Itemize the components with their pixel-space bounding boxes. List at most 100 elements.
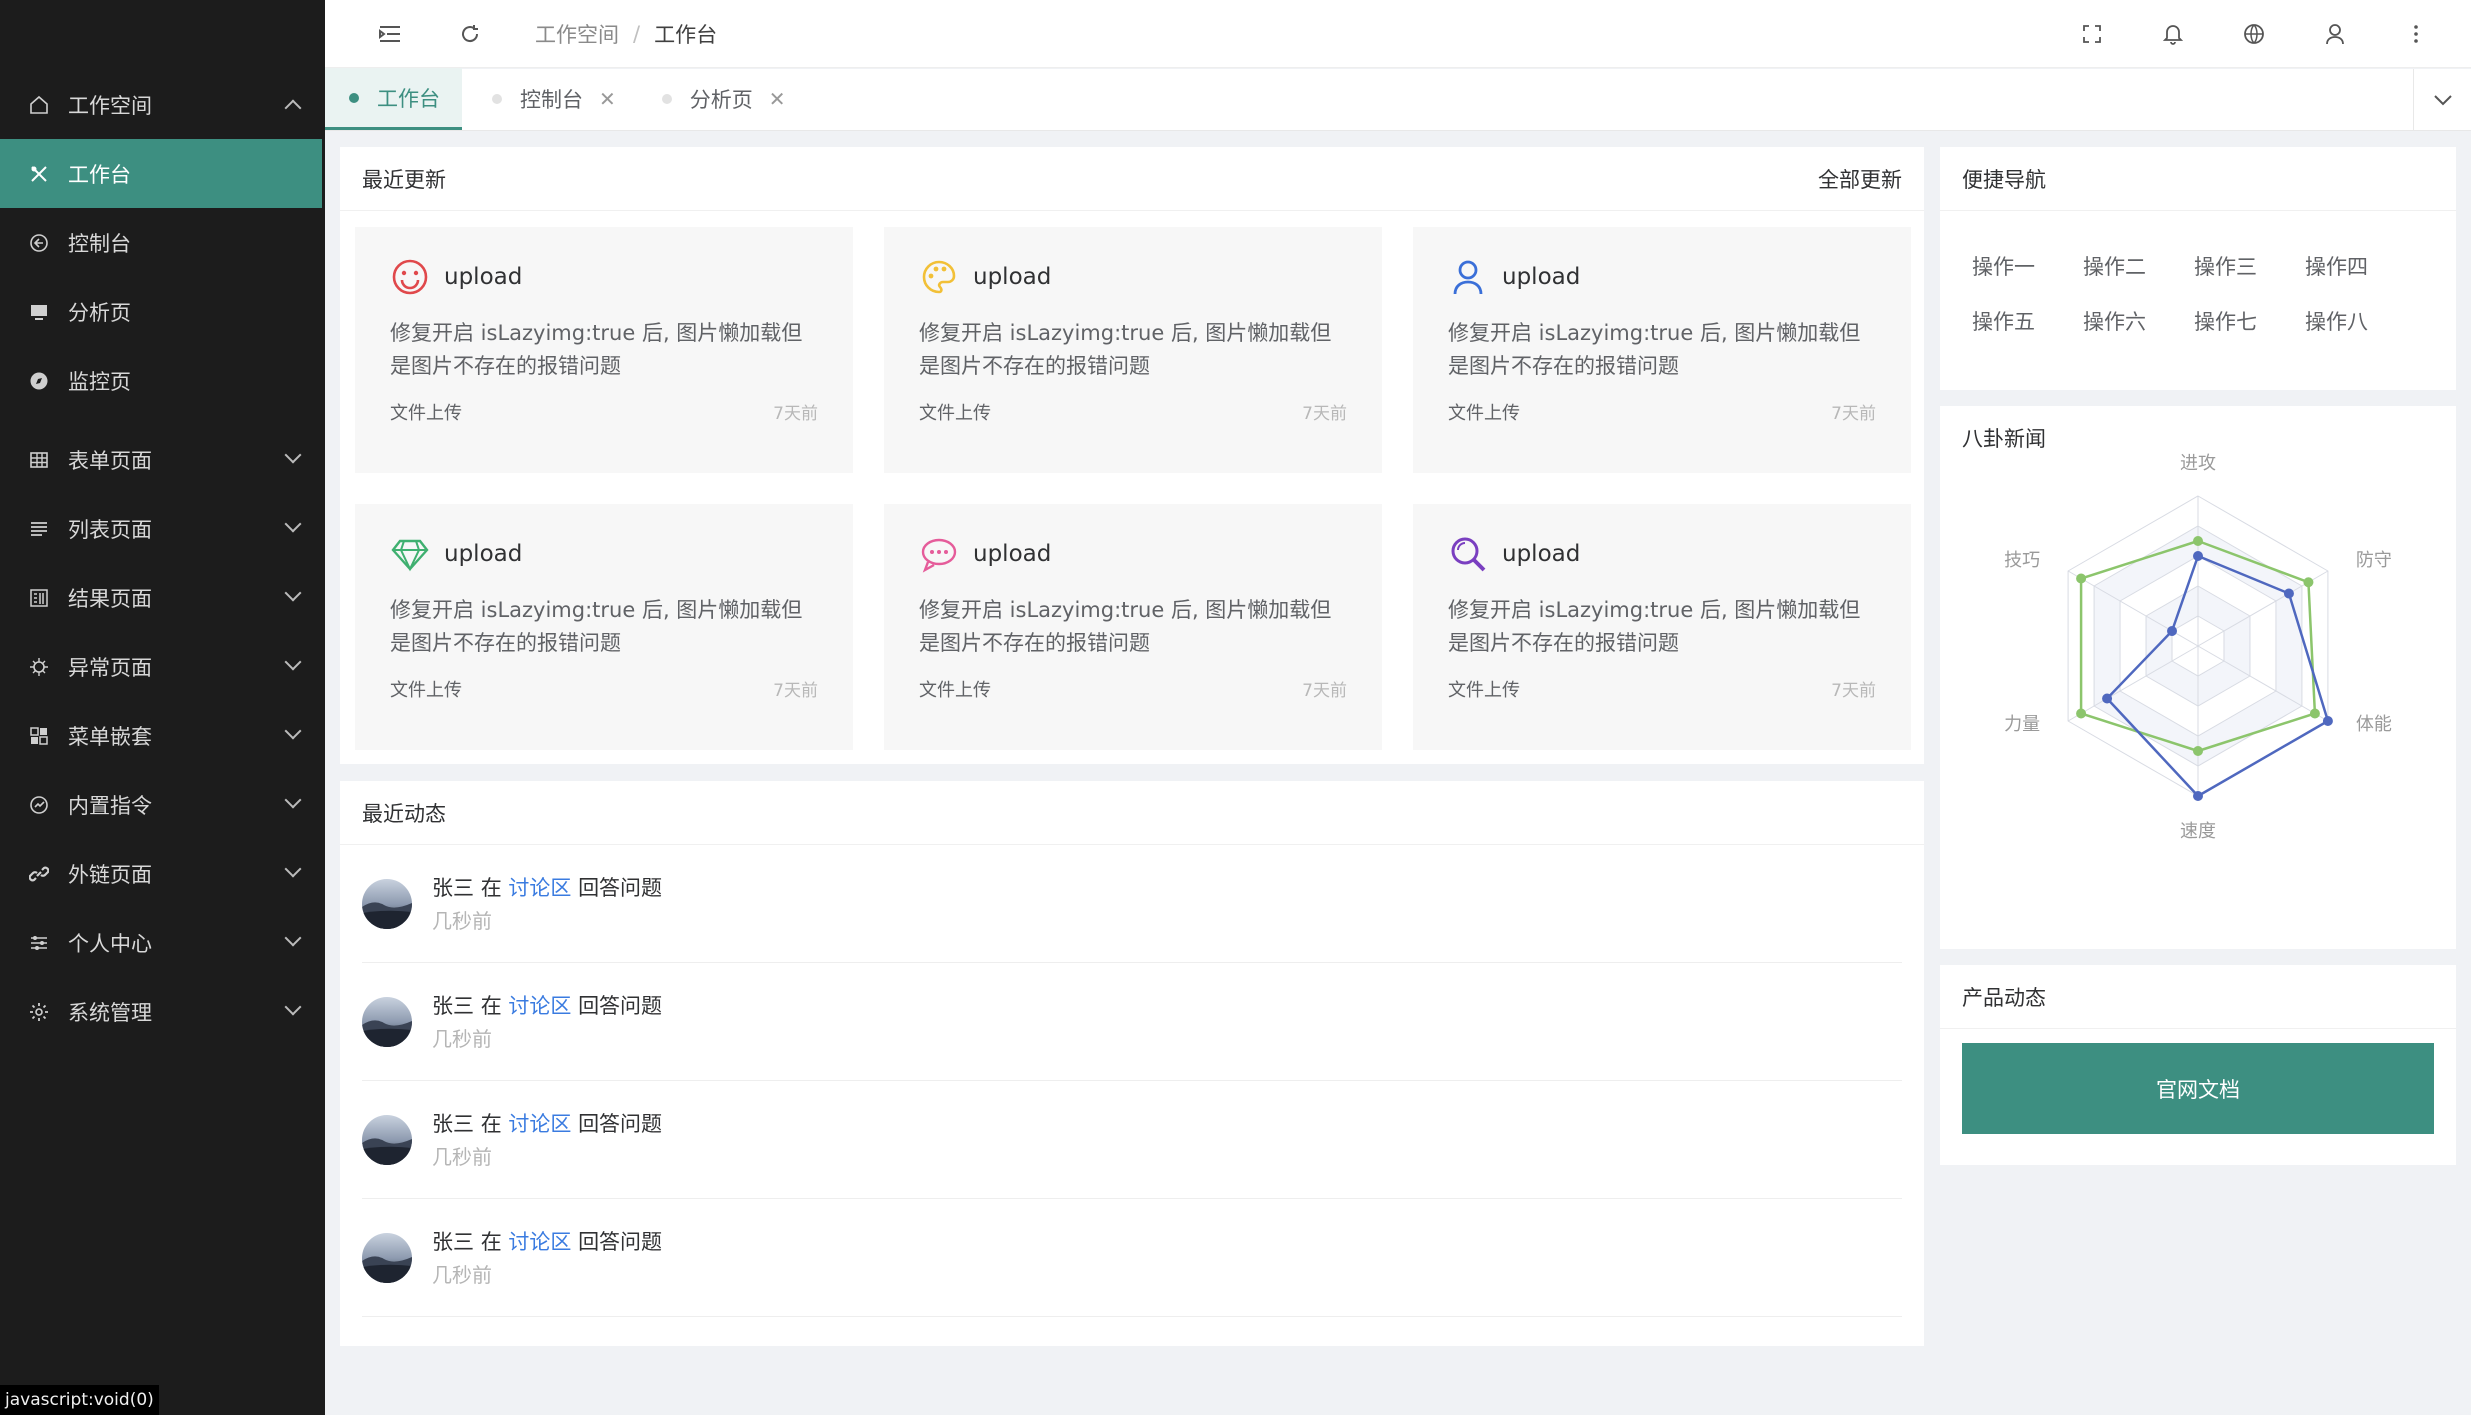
tab-workbench[interactable]: 工作台 — [325, 68, 462, 130]
radar-point[interactable] — [2283, 588, 2294, 599]
radar-point[interactable] — [2309, 708, 2320, 719]
breadcrumb-item[interactable]: 工作空间 — [535, 19, 619, 49]
radar-point[interactable] — [2076, 573, 2087, 584]
tab-console[interactable]: 控制台 ✕ — [468, 68, 638, 130]
sidebar-item-label: 结果页面 — [68, 586, 152, 611]
update-card[interactable]: upload 修复开启 isLazyimg:true 后, 图片懒加载但是图片不存… — [355, 227, 853, 473]
update-card[interactable]: upload 修复开启 isLazyimg:true 后, 图片懒加载但是图片不存… — [884, 504, 1382, 750]
sidebar-item-6[interactable]: 列表页面 — [0, 494, 325, 563]
avatar[interactable] — [362, 996, 412, 1047]
card-footer: 文件上传 7天前 — [919, 676, 1347, 702]
chevron-down-icon — [284, 446, 302, 464]
avatar[interactable] — [362, 1114, 412, 1165]
update-card[interactable]: upload 修复开启 isLazyimg:true 后, 图片懒加载但是图片不存… — [884, 227, 1382, 473]
chevron-up-icon — [284, 99, 302, 117]
sidebar-item-7[interactable]: 结果页面 — [0, 563, 325, 632]
radar-point[interactable] — [2193, 536, 2203, 546]
sidebar-item-0[interactable]: 工作空间 — [0, 70, 325, 139]
sidebar-item-12[interactable]: 个人中心 — [0, 908, 325, 977]
sidebar-item-label: 列表页面 — [68, 517, 152, 542]
sidebar-item-3[interactable]: 分析页 — [0, 277, 325, 346]
radar-point[interactable] — [2167, 626, 2178, 636]
globe-icon[interactable] — [2239, 19, 2269, 49]
activity-time: 几秒前 — [432, 1262, 492, 1287]
sidebar-item-11[interactable]: 外链页面 — [0, 839, 325, 908]
update-cards: upload 修复开启 isLazyimg:true 后, 图片懒加载但是图片不存… — [340, 211, 1924, 766]
activity-link[interactable]: 讨论区 — [508, 1230, 571, 1254]
activity-action: 回答问题 — [578, 1229, 663, 1254]
avatar[interactable] — [362, 1232, 412, 1283]
panel-header: 产品动态 — [1940, 965, 2456, 1029]
activity-content: 张三 在 讨论区 回答问题 几秒前 — [432, 989, 662, 1055]
palette-icon — [919, 257, 959, 297]
quick-nav-item[interactable]: 操作二 — [2083, 251, 2194, 281]
radar-point[interactable] — [2303, 577, 2314, 588]
chat-icon — [919, 534, 959, 574]
quick-nav-item[interactable]: 操作四 — [2305, 251, 2416, 281]
tab-label: 分析页 — [689, 88, 753, 112]
more-vertical-icon[interactable] — [2401, 19, 2431, 49]
status-tip: javascript:void(0) — [0, 1385, 159, 1415]
update-card[interactable]: upload 修复开启 isLazyimg:true 后, 图片懒加载但是图片不存… — [355, 504, 853, 750]
card-source: 文件上传 — [919, 403, 991, 424]
avatar[interactable] — [362, 878, 412, 929]
quick-nav-item[interactable]: 操作八 — [2305, 306, 2416, 336]
activity-time: 几秒前 — [432, 908, 492, 933]
card-time: 7天前 — [773, 404, 818, 424]
radar-point[interactable] — [2193, 746, 2203, 756]
quick-nav-item[interactable]: 操作七 — [2194, 306, 2305, 336]
card-header: upload — [390, 534, 818, 574]
sidebar-menu: 工作空间 工作台 控制台 分析页监控页表单页面列表页面结果页面异常页面 菜单嵌套内置指令… — [0, 70, 325, 1046]
home-icon — [28, 94, 50, 116]
radar-point[interactable] — [2076, 708, 2087, 719]
activity-link[interactable]: 讨论区 — [508, 1112, 571, 1136]
sidebar-item-4[interactable]: 监控页 — [0, 346, 325, 415]
card-title: upload — [444, 541, 523, 567]
sidebar-item-2[interactable]: 控制台 — [0, 208, 325, 277]
sidebar-item-9[interactable]: 菜单嵌套 — [0, 701, 325, 770]
radar-point[interactable] — [2322, 716, 2333, 726]
sidebar-item-label: 系统管理 — [68, 1000, 152, 1025]
tabs-more-button[interactable] — [2413, 69, 2471, 131]
update-card[interactable]: upload 修复开启 isLazyimg:true 后, 图片懒加载但是图片不存… — [1413, 504, 1911, 750]
user-icon[interactable] — [2320, 19, 2350, 49]
activity-time: 几秒前 — [432, 1026, 492, 1051]
quick-nav-item[interactable]: 操作六 — [2083, 306, 2194, 336]
activity-link[interactable]: 讨论区 — [508, 876, 571, 900]
card-time: 7天前 — [1831, 681, 1876, 701]
gauge-icon — [28, 794, 50, 816]
panel-title: 最近更新 — [362, 167, 446, 192]
activity-text: 张三 在 讨论区 回答问题 — [432, 871, 662, 905]
docs-button[interactable]: 官网文档 — [1962, 1043, 2434, 1134]
bell-icon[interactable] — [2158, 19, 2188, 49]
menu-fold-icon[interactable] — [375, 19, 405, 49]
activity-prep: 在 — [480, 1111, 502, 1136]
sidebar-item-5[interactable]: 表单页面 — [0, 425, 325, 494]
sidebar-item-10[interactable]: 内置指令 — [0, 770, 325, 839]
sidebar-item-1[interactable]: 工作台 — [0, 139, 322, 208]
tab-dot — [492, 94, 502, 104]
sidebar-item-label: 监控页 — [68, 369, 131, 394]
sidebar-item-8[interactable]: 异常页面 — [0, 632, 325, 701]
view-all-link[interactable]: 全部更新 — [1818, 164, 1902, 194]
refresh-icon[interactable] — [455, 19, 485, 49]
update-card[interactable]: upload 修复开启 isLazyimg:true 后, 图片懒加载但是图片不存… — [1413, 227, 1911, 473]
header: 工作空间 / 工作台 — [325, 0, 2471, 68]
tab-analysis[interactable]: 分析页 ✕ — [638, 68, 808, 130]
close-icon[interactable]: ✕ — [599, 87, 616, 111]
quick-nav-item[interactable]: 操作五 — [1972, 306, 2083, 336]
radar-point[interactable] — [2102, 693, 2113, 704]
tab-label: 工作台 — [377, 86, 440, 111]
card-source: 文件上传 — [390, 680, 462, 701]
fullscreen-icon[interactable] — [2077, 19, 2107, 49]
close-icon[interactable]: ✕ — [769, 87, 786, 111]
activity-link[interactable]: 讨论区 — [508, 994, 571, 1018]
chevron-down-icon — [2433, 95, 2452, 106]
radar-point[interactable] — [2193, 791, 2203, 801]
sidebar-item-label: 内置指令 — [68, 793, 152, 818]
radar-indicator-label: 进攻 — [2180, 453, 2216, 474]
quick-nav-item[interactable]: 操作一 — [1972, 251, 2083, 281]
sidebar-item-13[interactable]: 系统管理 — [0, 977, 325, 1046]
quick-nav-item[interactable]: 操作三 — [2194, 251, 2305, 281]
radar-point[interactable] — [2193, 551, 2203, 561]
